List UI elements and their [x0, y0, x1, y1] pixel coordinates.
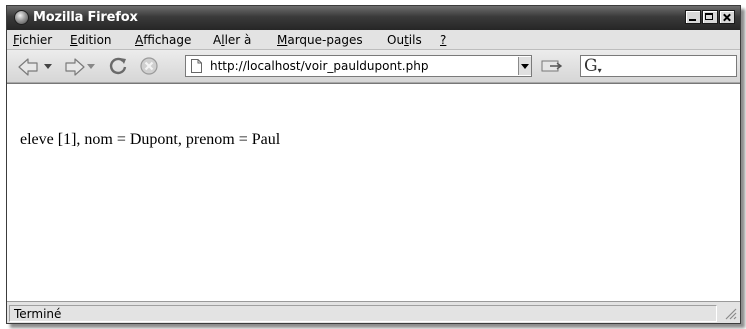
- title-bar[interactable]: Mozilla Firefox: [7, 6, 740, 30]
- close-button[interactable]: [719, 10, 735, 24]
- menu-edition[interactable]: Edition: [70, 32, 112, 48]
- status-bar: Terminé: [7, 301, 740, 323]
- menu-aller-a[interactable]: Aller à: [213, 32, 251, 48]
- reload-icon[interactable]: [107, 55, 129, 77]
- forward-history-dropdown-icon[interactable]: [87, 64, 95, 70]
- forward-arrow-icon[interactable]: [60, 57, 86, 77]
- page-icon: [191, 59, 202, 73]
- menu-outils[interactable]: Outils: [387, 32, 422, 48]
- url-history-dropdown-button[interactable]: [518, 57, 531, 75]
- minimize-button[interactable]: [685, 10, 701, 24]
- browser-window: Mozilla Firefox Fichier Edition Affichag…: [6, 5, 741, 324]
- url-text: http://localhost/voir_pauldupont.php: [210, 59, 429, 73]
- status-panel: Terminé: [9, 305, 717, 322]
- search-bar[interactable]: G▾: [580, 55, 737, 77]
- menu-fichier[interactable]: Fichier: [13, 32, 52, 48]
- window-title: Mozilla Firefox: [33, 10, 138, 25]
- back-arrow-icon[interactable]: [17, 57, 43, 77]
- maximize-button[interactable]: [702, 10, 718, 24]
- navigation-toolbar: http://localhost/voir_pauldupont.php G▾: [7, 50, 740, 83]
- resize-grip-icon[interactable]: [723, 306, 737, 320]
- menu-bar: Fichier Edition Affichage Aller à Marque…: [7, 30, 740, 72]
- address-bar[interactable]: http://localhost/voir_pauldupont.php: [185, 55, 532, 77]
- status-text: Terminé: [14, 307, 62, 321]
- back-history-dropdown-icon[interactable]: [44, 64, 52, 70]
- menu-affichage[interactable]: Affichage: [135, 32, 191, 48]
- firefox-icon: [14, 10, 29, 25]
- menu-marque-pages[interactable]: Marque-pages: [277, 32, 363, 48]
- stop-icon[interactable]: [139, 56, 159, 76]
- menu-help[interactable]: ?: [440, 32, 446, 48]
- page-content: eleve [1], nom = Dupont, prenom = Paul: [7, 83, 740, 301]
- go-icon[interactable]: [541, 58, 563, 74]
- page-text: eleve [1], nom = Dupont, prenom = Paul: [20, 131, 281, 148]
- google-g-icon[interactable]: G▾: [584, 57, 606, 75]
